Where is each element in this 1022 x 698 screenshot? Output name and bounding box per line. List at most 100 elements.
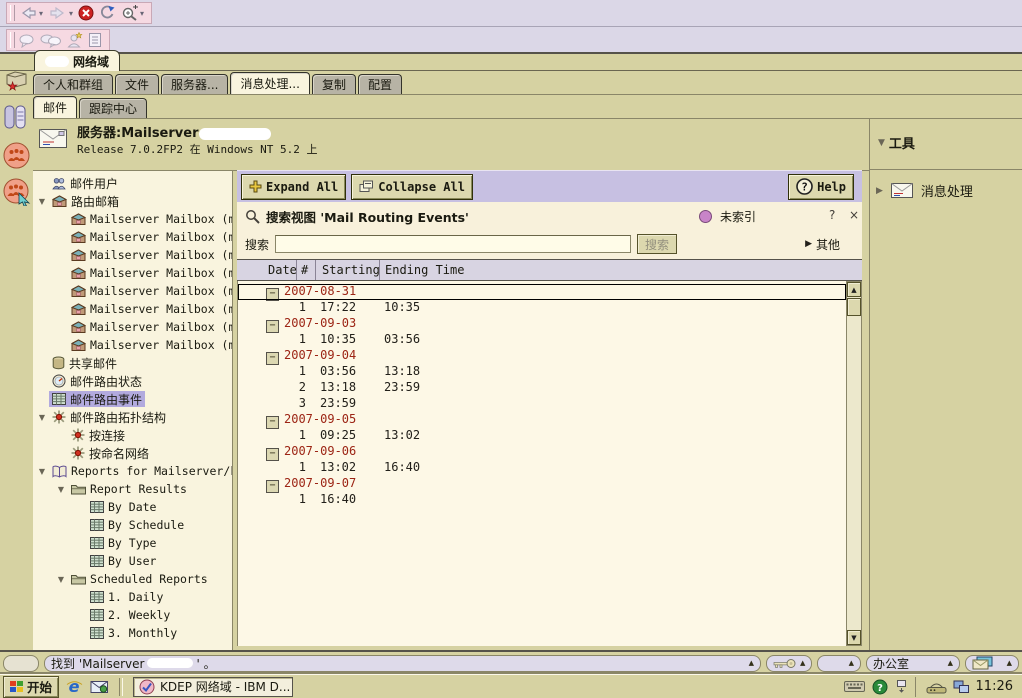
- document-button[interactable]: [87, 31, 103, 49]
- tree-item[interactable]: 邮件路由状态: [33, 372, 232, 390]
- tree-item[interactable]: By User: [33, 552, 232, 570]
- twisty-expanded-icon[interactable]: ▼: [54, 575, 68, 584]
- twisty-expanded-icon[interactable]: ▼: [35, 197, 49, 206]
- more-options[interactable]: ▶ 其他: [805, 236, 840, 253]
- bookmark-folder-icon[interactable]: [3, 68, 29, 92]
- tool-item-messaging[interactable]: ▶ 消息处理: [876, 181, 973, 200]
- tree-item[interactable]: Mailserver Mailbox (mai: [33, 318, 232, 336]
- column-header-ending-time[interactable]: Ending Time: [380, 260, 862, 280]
- mail-quicklaunch-icon[interactable]: [90, 679, 109, 694]
- tree-item[interactable]: By Schedule: [33, 516, 232, 534]
- tab-tracking-center[interactable]: 跟踪中心: [79, 98, 147, 118]
- status-message-segment[interactable]: 找到 'Mailserver ' 。 ▲: [44, 655, 761, 672]
- search-input[interactable]: [275, 235, 631, 253]
- tree-item[interactable]: By Date: [33, 498, 232, 516]
- twisty-expanded-icon[interactable]: ▼: [54, 485, 68, 494]
- tab-people-groups[interactable]: 个人和群组: [33, 74, 113, 94]
- refresh-button[interactable]: [98, 4, 117, 22]
- tree-item[interactable]: Mailserver Mailbox (mai: [33, 210, 232, 228]
- tree-item[interactable]: Mailserver Mailbox (mai: [33, 282, 232, 300]
- tree-item[interactable]: 1. Daily: [33, 588, 232, 606]
- date-group-row[interactable]: −2007-09-04: [238, 348, 846, 364]
- tree-item[interactable]: ▼邮件路由拓扑结构: [33, 408, 232, 426]
- scroll-down-button[interactable]: ▼: [847, 630, 861, 645]
- date-group-row[interactable]: −2007-09-05: [238, 412, 846, 428]
- twisty-expanded-icon[interactable]: ▼: [35, 467, 49, 476]
- tree-item[interactable]: Mailserver Mailbox (mai: [33, 228, 232, 246]
- ie-quicklaunch-icon[interactable]: e: [65, 677, 84, 696]
- forward-button[interactable]: ▾: [47, 4, 74, 22]
- window-tab-domain[interactable]: 网络域: [34, 50, 120, 71]
- search-button-toolbar[interactable]: ▾: [120, 4, 145, 22]
- tab-mail[interactable]: 邮件: [33, 96, 77, 118]
- collapse-all-button[interactable]: Collapse All: [351, 174, 473, 200]
- event-row[interactable]: 103:5613:18: [238, 364, 846, 380]
- event-row[interactable]: 117:2210:35: [238, 300, 846, 316]
- groups-cursor-icon[interactable]: [3, 178, 31, 206]
- date-group-row[interactable]: −2007-09-06: [238, 444, 846, 460]
- status-segment-location[interactable]: 办公室 ▲: [866, 655, 960, 672]
- start-button[interactable]: 开始: [3, 676, 59, 698]
- tab-configuration[interactable]: 配置: [358, 74, 402, 94]
- tree-item[interactable]: ▼Reports for Mailserver/kde: [33, 462, 232, 480]
- search-help-button[interactable]: ?: [829, 208, 835, 222]
- tree-item[interactable]: By Type: [33, 534, 232, 552]
- network-tray-icon[interactable]: [953, 680, 970, 694]
- date-group-row[interactable]: −2007-08-31: [238, 284, 846, 300]
- back-caret-icon[interactable]: ▾: [39, 9, 43, 18]
- tab-messaging[interactable]: 消息处理...: [230, 72, 309, 94]
- tree-item[interactable]: 按命名网络: [33, 444, 232, 462]
- groups-icon[interactable]: [3, 142, 30, 169]
- tree-item[interactable]: 共享邮件: [33, 354, 232, 372]
- tree-item[interactable]: ▼路由邮箱: [33, 192, 232, 210]
- keyboard-tray-icon[interactable]: [844, 680, 865, 693]
- tab-files[interactable]: 文件: [115, 74, 159, 94]
- tree-item[interactable]: Mailserver Mailbox (mai: [33, 264, 232, 282]
- column-header-number[interactable]: #: [297, 260, 316, 280]
- search-submit-button[interactable]: 搜索: [637, 234, 677, 254]
- green-tray-icon[interactable]: ?: [872, 679, 888, 695]
- stop-button[interactable]: [77, 4, 95, 22]
- tab-server[interactable]: 服务器...: [161, 74, 228, 94]
- tree-item[interactable]: Mailserver Mailbox (mai: [33, 336, 232, 354]
- search-close-button[interactable]: ×: [849, 208, 859, 222]
- tree-item[interactable]: 邮件用户: [33, 174, 232, 192]
- status-segment-mail[interactable]: ▲: [965, 655, 1019, 672]
- scrollbar-thumb[interactable]: [847, 298, 861, 316]
- event-row[interactable]: 109:2513:02: [238, 428, 846, 444]
- tree-item[interactable]: 按连接: [33, 426, 232, 444]
- back-button[interactable]: ▾: [17, 4, 44, 22]
- chat-button[interactable]: [17, 32, 36, 49]
- status-segment-security[interactable]: ▲: [766, 655, 812, 672]
- date-group-row[interactable]: −2007-09-03: [238, 316, 846, 332]
- event-row[interactable]: 213:1823:59: [238, 380, 846, 396]
- event-row[interactable]: 110:3503:56: [238, 332, 846, 348]
- tree-item[interactable]: 2. Weekly: [33, 606, 232, 624]
- databases-icon[interactable]: [3, 104, 27, 130]
- add-person-button[interactable]: [66, 31, 84, 49]
- tree-item[interactable]: Mailserver Mailbox (mai: [33, 246, 232, 264]
- event-row[interactable]: 323:59: [238, 396, 846, 412]
- tree-item[interactable]: ▼Report Results: [33, 480, 232, 498]
- help-button[interactable]: ? Help: [788, 174, 854, 200]
- tree-item[interactable]: 邮件路由事件: [33, 390, 232, 408]
- expand-all-button[interactable]: Expand All: [241, 174, 346, 200]
- tab-replication[interactable]: 复制: [312, 74, 356, 94]
- task-button-domino[interactable]: KDEP 网络域 - IBM D...: [133, 677, 293, 697]
- forward-caret-icon[interactable]: ▾: [69, 9, 73, 18]
- modem-tray-icon[interactable]: [926, 680, 947, 694]
- column-header-starting-time[interactable]: Starting Time: [316, 260, 380, 280]
- scroll-up-button[interactable]: ▲: [847, 282, 861, 297]
- event-row[interactable]: 113:0216:40: [238, 460, 846, 476]
- tree-item[interactable]: 3. Monthly: [33, 624, 232, 642]
- group-chat-button[interactable]: [39, 32, 63, 49]
- tools-header[interactable]: ▼ 工具: [878, 133, 915, 152]
- status-segment-blank[interactable]: [3, 655, 39, 672]
- column-header-date[interactable]: Date: [237, 260, 297, 280]
- vertical-scrollbar[interactable]: ▲ ▼: [846, 281, 862, 646]
- tree-item[interactable]: ▼Scheduled Reports: [33, 570, 232, 588]
- status-segment-blank2[interactable]: ▲: [817, 655, 861, 672]
- chevron-right-icon[interactable]: ▶: [876, 186, 883, 196]
- search-caret-icon[interactable]: ▾: [140, 9, 144, 18]
- restore-tray-icon[interactable]: [895, 679, 908, 694]
